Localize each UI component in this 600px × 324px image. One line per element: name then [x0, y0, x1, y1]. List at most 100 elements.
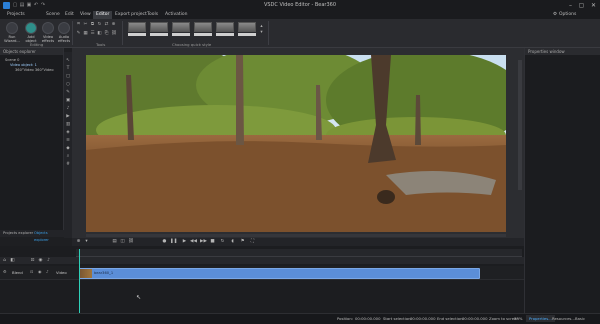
- visibility-icon[interactable]: ◉: [38, 258, 43, 264]
- tab-projects-explorer[interactable]: Projects explorer: [1, 230, 35, 237]
- timeline-ruler[interactable]: [76, 249, 522, 257]
- pause-icon[interactable]: ❚❚: [170, 239, 178, 245]
- grid-icon[interactable]: ▦: [83, 31, 88, 36]
- image-icon[interactable]: ▣: [65, 98, 71, 104]
- marker-icon[interactable]: ◆: [65, 146, 71, 152]
- tab-basic-effect[interactable]: Basic effect...: [572, 315, 600, 324]
- copy-icon[interactable]: ⎘: [104, 31, 109, 36]
- quick-style-caption: [128, 33, 146, 36]
- play-icon[interactable]: ▶: [182, 239, 187, 245]
- position-value: 00:00:00.000: [355, 316, 381, 321]
- sprite-icon[interactable]: ◈: [65, 130, 71, 136]
- pen-icon[interactable]: ✎: [76, 31, 81, 36]
- audio-effects-button[interactable]: [58, 22, 70, 34]
- link-preview-icon[interactable]: ⛓: [128, 239, 134, 245]
- tree-item-video-object[interactable]: Video object: 1: [10, 63, 37, 67]
- tree-item-scene[interactable]: Scene 0: [5, 58, 19, 62]
- tree-item-360-video[interactable]: 360°Video 360°Video: [15, 68, 54, 72]
- options-button[interactable]: Options: [559, 12, 576, 17]
- close-icon[interactable]: ✕: [589, 1, 598, 10]
- lock-icon[interactable]: ⊡: [30, 258, 35, 264]
- preview-quality-icon[interactable]: ▾: [84, 239, 89, 245]
- horizontal-scrollbar[interactable]: [86, 234, 506, 237]
- volume-icon[interactable]: ◖: [230, 239, 235, 245]
- quick-style-caption: [172, 33, 190, 36]
- zoom-tool-icon[interactable]: ⌕: [65, 154, 71, 160]
- step-forward-icon[interactable]: ▶▶: [200, 239, 207, 245]
- window-title: VSDC Video Editor - Bear360: [263, 2, 337, 8]
- square-icon[interactable]: ▢: [65, 74, 71, 80]
- scroll-up-icon[interactable]: ▴: [259, 24, 264, 29]
- chart-icon[interactable]: ▥: [65, 122, 71, 128]
- tab-objects-explorer[interactable]: Objects explorer: [32, 230, 64, 242]
- layer-home-icon[interactable]: ⌂: [2, 258, 7, 264]
- audio-track-icon[interactable]: ♪: [46, 258, 51, 264]
- left-panel-tabs: Projects explorer Objects explorer: [0, 230, 64, 242]
- tab-editor[interactable]: Editor: [93, 11, 113, 19]
- video-icon[interactable]: ▶: [65, 114, 71, 120]
- quick-style-thumb-1[interactable]: [128, 22, 146, 32]
- quick-style-thumb-3[interactable]: [172, 22, 190, 32]
- zoom-preview-icon[interactable]: ⊕: [76, 239, 81, 245]
- cut-icon[interactable]: ✂: [83, 22, 88, 27]
- rotate-icon[interactable]: ↻: [97, 22, 102, 27]
- text-icon[interactable]: T: [65, 66, 71, 72]
- quick-style-group-label: Choosing quick style: [172, 42, 212, 47]
- video-effects-button[interactable]: [42, 22, 54, 34]
- tab-activation[interactable]: Activation: [162, 11, 191, 19]
- track-settings-icon[interactable]: ⚙: [3, 269, 7, 274]
- stop-icon[interactable]: ■: [210, 239, 215, 245]
- video-preview[interactable]: [86, 55, 506, 232]
- quick-style-thumb-4[interactable]: [194, 22, 212, 32]
- zoom-icon[interactable]: ⊕: [111, 22, 116, 27]
- track-type-label: Video: [56, 270, 67, 275]
- minimize-icon[interactable]: –: [566, 1, 575, 10]
- properties-panel: Properties window: [524, 48, 600, 313]
- pointer-icon[interactable]: ↖: [65, 58, 71, 64]
- tab-scene[interactable]: Scene: [43, 11, 63, 19]
- gear-icon[interactable]: ⚙: [553, 12, 557, 17]
- layout-icon[interactable]: ▤: [112, 239, 117, 245]
- tab-projects[interactable]: Projects: [4, 11, 28, 19]
- loop-icon[interactable]: ↻: [220, 239, 225, 245]
- track-audio-icon[interactable]: ♪: [46, 269, 49, 274]
- video-clip[interactable]: [79, 268, 480, 279]
- split-icon[interactable]: ⧉: [90, 22, 95, 27]
- subtitle-icon[interactable]: ≡: [65, 138, 71, 144]
- zoom-value[interactable]: 33%: [514, 316, 522, 321]
- objects-explorer-panel: Objects explorer Scene 0 Video object: 1…: [0, 48, 64, 231]
- marker-add-icon[interactable]: ⚑: [240, 239, 245, 245]
- crop-icon[interactable]: ⌗: [76, 22, 81, 27]
- flip-icon[interactable]: ⇄: [104, 22, 109, 27]
- track-lock-icon[interactable]: ⊡: [30, 269, 33, 274]
- grid-tool-icon[interactable]: #: [65, 162, 71, 168]
- tab-edit[interactable]: Edit: [62, 11, 77, 19]
- blend-mode-icon[interactable]: ◧: [10, 258, 15, 264]
- scroll-down-icon[interactable]: ▾: [259, 30, 264, 35]
- vertical-scrollbar[interactable]: [518, 60, 522, 190]
- track-visibility-icon[interactable]: ◉: [38, 269, 42, 274]
- layers-icon[interactable]: ◧: [97, 31, 102, 36]
- playhead[interactable]: [79, 249, 80, 313]
- snapshot-icon[interactable]: ◫: [120, 239, 125, 245]
- position-label: Position:: [337, 316, 354, 321]
- tools-group-label: Tools: [96, 42, 106, 47]
- tab-view[interactable]: View: [77, 11, 94, 19]
- step-back-icon[interactable]: ◀◀: [190, 239, 197, 245]
- align-icon[interactable]: ☰: [90, 31, 95, 36]
- maximize-icon[interactable]: ▢: [577, 1, 586, 10]
- link-icon[interactable]: ⛓: [111, 31, 117, 36]
- pen-tool-icon[interactable]: ✎: [65, 90, 71, 96]
- audio-icon[interactable]: ♪: [65, 106, 71, 112]
- add-object-button[interactable]: [25, 22, 37, 34]
- record-icon[interactable]: ●: [162, 239, 167, 245]
- run-wizard-button[interactable]: [6, 22, 18, 34]
- start-selection-value: 00:00:00.000: [410, 316, 436, 321]
- run-wizard-label: Run Wizard...: [4, 35, 20, 43]
- quick-style-thumb-2[interactable]: [150, 22, 168, 32]
- fullscreen-icon[interactable]: ⛶: [250, 239, 255, 245]
- tab-tools[interactable]: Tools: [144, 11, 161, 19]
- circle-icon[interactable]: ○: [65, 82, 71, 88]
- quick-style-thumb-5[interactable]: [216, 22, 234, 32]
- quick-style-thumb-6[interactable]: [238, 22, 256, 32]
